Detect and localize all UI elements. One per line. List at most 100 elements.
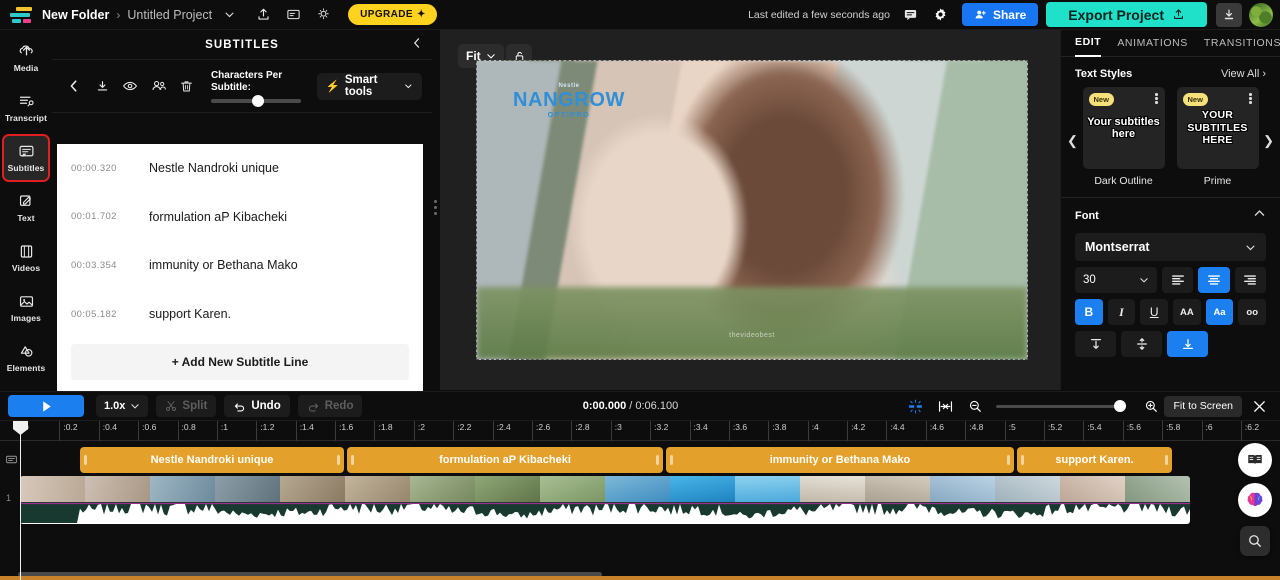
close-icon[interactable] bbox=[1246, 395, 1272, 417]
align-right-button[interactable] bbox=[1234, 267, 1266, 293]
carousel-prev-icon[interactable]: ❮ bbox=[1067, 133, 1078, 149]
style-options-icon[interactable] bbox=[1155, 93, 1158, 104]
tab-edit[interactable]: EDIT bbox=[1075, 30, 1102, 57]
cps-slider-knob[interactable] bbox=[252, 94, 265, 107]
view-all-link[interactable]: View All › bbox=[1221, 68, 1266, 80]
timeline-zoom-slider[interactable] bbox=[996, 400, 1127, 412]
underline-button[interactable]: U bbox=[1140, 299, 1169, 325]
subtitle-start-time[interactable]: 00:03.354 bbox=[71, 260, 135, 271]
chat-icon[interactable] bbox=[898, 4, 924, 26]
align-middle-button[interactable] bbox=[1121, 331, 1162, 357]
snap-icon[interactable] bbox=[902, 395, 928, 417]
text-style-card-dark-outline[interactable]: New Your subtitles here Dark Outline bbox=[1082, 87, 1165, 187]
cps-slider[interactable] bbox=[210, 94, 301, 107]
breadcrumb-project[interactable]: Untitled Project bbox=[127, 8, 212, 22]
sidebar-item-text[interactable]: Text bbox=[4, 186, 48, 230]
clip-right-grip[interactable] bbox=[1007, 455, 1010, 465]
redo-button[interactable]: Redo bbox=[297, 395, 363, 417]
align-center-button[interactable] bbox=[1198, 267, 1230, 293]
gear-icon[interactable] bbox=[928, 4, 954, 26]
clip-left-grip[interactable] bbox=[84, 455, 87, 465]
clip-right-grip[interactable] bbox=[656, 455, 659, 465]
subtitle-start-time[interactable]: 00:05.182 bbox=[71, 309, 135, 320]
download-icon[interactable] bbox=[90, 73, 114, 100]
speakers-icon[interactable] bbox=[147, 73, 171, 100]
align-left-button[interactable] bbox=[1162, 267, 1194, 293]
bold-button[interactable]: B bbox=[1075, 299, 1103, 325]
timeline-ruler[interactable]: 0:0.2:0.4:0.6:0.8:1:1.2:1.4:1.6:1.8:2:2.… bbox=[0, 421, 1280, 441]
subtitle-text[interactable]: immunity or Bethana Mako bbox=[135, 258, 409, 272]
sidebar-item-media[interactable]: Media bbox=[4, 36, 48, 80]
timeline-subtitle-clip[interactable]: immunity or Bethana Mako bbox=[666, 447, 1014, 473]
tab-animations[interactable]: ANIMATIONS bbox=[1117, 30, 1188, 57]
font-size-dropdown[interactable]: 30 bbox=[1075, 267, 1158, 293]
sidebar-item-images[interactable]: Images bbox=[4, 286, 48, 330]
subtitle-start-time[interactable]: 00:00.320 bbox=[71, 163, 135, 174]
share-upload-icon[interactable] bbox=[250, 4, 276, 26]
align-top-button[interactable] bbox=[1075, 331, 1116, 357]
playback-speed-dropdown[interactable]: 1.0x bbox=[96, 395, 149, 417]
style-options-icon[interactable] bbox=[1249, 93, 1252, 104]
subtitle-row[interactable]: 00:05.182 support Karen. 00:06.020 bbox=[57, 290, 423, 339]
video-audio-track[interactable] bbox=[20, 476, 1190, 524]
clip-right-grip[interactable] bbox=[1165, 455, 1168, 465]
brain-icon[interactable] bbox=[1238, 483, 1272, 517]
add-new-subtitle-line-button[interactable]: + Add New Subtitle Line bbox=[71, 344, 409, 381]
export-project-button[interactable]: Export Project bbox=[1046, 2, 1207, 27]
subtitle-row[interactable]: 00:03.354 immunity or Bethana Mako 00:05… bbox=[57, 241, 423, 290]
zoom-out-icon[interactable] bbox=[962, 395, 988, 417]
breadcrumb-folder[interactable]: New Folder bbox=[42, 8, 109, 22]
split-button[interactable]: Split bbox=[156, 395, 217, 417]
chevron-up-icon[interactable] bbox=[1253, 207, 1266, 225]
timeline-subtitle-clip[interactable]: Nestle Nandroki unique bbox=[80, 447, 344, 473]
tab-transitions[interactable]: TRANSITIONS bbox=[1204, 30, 1280, 57]
align-bottom-button[interactable] bbox=[1167, 331, 1208, 357]
subtitle-row[interactable]: 00:00.320 Nestle Nandroki unique 00:01.7… bbox=[57, 144, 423, 193]
uppercase-button[interactable]: AA bbox=[1173, 299, 1201, 325]
subtitle-text[interactable]: formulation aP Kibacheki bbox=[135, 210, 409, 224]
download-button[interactable] bbox=[1216, 2, 1242, 27]
text-style-card-prime[interactable]: New YOUR SUBTITLES HERE Prime bbox=[1176, 87, 1259, 187]
book-icon[interactable] bbox=[1238, 443, 1272, 477]
trash-icon[interactable] bbox=[175, 73, 199, 100]
chevron-down-icon[interactable] bbox=[216, 4, 242, 26]
clip-left-grip[interactable] bbox=[1021, 455, 1024, 465]
avatar[interactable] bbox=[1249, 2, 1273, 27]
video-canvas[interactable]: Nestle NANGROW OPTIPRO thevideobest bbox=[476, 60, 1028, 360]
eye-icon[interactable] bbox=[118, 73, 142, 100]
playhead[interactable] bbox=[13, 421, 28, 580]
text-style-thumb[interactable]: New Your subtitles here bbox=[1082, 87, 1165, 169]
timeline-subtitle-clip[interactable]: formulation aP Kibacheki bbox=[347, 447, 663, 473]
text-style-thumb[interactable]: New YOUR SUBTITLES HERE bbox=[1176, 87, 1259, 169]
italic-button[interactable]: I bbox=[1107, 299, 1136, 325]
smart-tools-dropdown[interactable]: ⚡ Smart tools bbox=[316, 72, 422, 100]
font-family-dropdown[interactable]: Montserrat bbox=[1075, 233, 1266, 261]
subtitle-text[interactable]: support Karen. bbox=[135, 307, 409, 321]
subtitle-text[interactable]: Nestle Nandroki unique bbox=[135, 161, 409, 175]
fit-to-screen-button[interactable]: Fit to Screen bbox=[1164, 395, 1243, 417]
sidebar-item-videos[interactable]: Videos bbox=[4, 236, 48, 280]
back-arrow-icon[interactable] bbox=[62, 73, 86, 100]
sidebar-item-transcript[interactable]: Transcript bbox=[4, 86, 48, 130]
sidebar-item-subtitles[interactable]: Subtitles bbox=[2, 134, 50, 182]
play-button[interactable] bbox=[8, 395, 84, 417]
subtitle-row[interactable]: 00:01.702 formulation aP Kibacheki 00:03… bbox=[57, 193, 423, 242]
clip-left-grip[interactable] bbox=[351, 455, 354, 465]
lowercase-button[interactable]: oo bbox=[1238, 299, 1267, 325]
search-icon[interactable] bbox=[1240, 526, 1270, 556]
lightbulb-icon[interactable] bbox=[310, 4, 336, 26]
fit-timeline-icon[interactable] bbox=[932, 395, 958, 417]
collapse-panel-icon[interactable] bbox=[411, 36, 423, 54]
clip-left-grip[interactable] bbox=[670, 455, 673, 465]
timeline-subtitle-clip[interactable]: support Karen. bbox=[1017, 447, 1172, 473]
timeline-zoom-knob[interactable] bbox=[1114, 400, 1127, 412]
comment-box-icon[interactable] bbox=[280, 4, 306, 26]
carousel-next-icon[interactable]: ❯ bbox=[1263, 133, 1274, 149]
zoom-in-icon[interactable] bbox=[1138, 395, 1164, 417]
clip-right-grip[interactable] bbox=[337, 455, 340, 465]
panel-resize-handle[interactable] bbox=[434, 200, 439, 216]
sidebar-item-elements[interactable]: Elements bbox=[4, 336, 48, 380]
subtitle-start-time[interactable]: 00:01.702 bbox=[71, 211, 135, 222]
titlecase-button[interactable]: Aa bbox=[1205, 299, 1234, 325]
upgrade-button[interactable]: UPGRADE ✦ bbox=[348, 4, 437, 25]
